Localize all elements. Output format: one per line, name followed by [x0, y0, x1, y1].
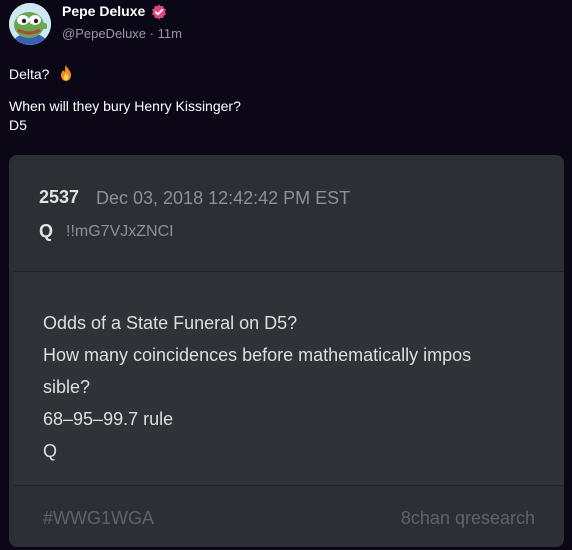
card-source: 8chan qresearch: [400, 508, 535, 528]
q-tripcode: !!mG7VJxZNCI: [66, 223, 174, 240]
card-body-line: Q: [43, 441, 58, 461]
card-footer: #WWG1WGA 8chan qresearch: [14, 486, 564, 547]
card-hashtag: #WWG1WGA: [43, 508, 154, 528]
meta-separator: ·: [146, 26, 158, 41]
card-body-line: 68–95–99.7 rule: [43, 409, 174, 429]
embedded-image-card[interactable]: 2537 Dec 03, 2018 12:42:42 PM EST Q !!mG…: [9, 155, 564, 547]
fire-icon: [61, 65, 72, 81]
post-text-line-3: D5: [9, 117, 27, 133]
q-signature: Q: [39, 221, 54, 241]
q-post-number: 2537: [39, 187, 80, 207]
post-time[interactable]: 11m: [158, 26, 182, 41]
post-text-delta: Delta?: [9, 66, 50, 82]
card-body-line: sible?: [43, 377, 91, 397]
author-handle[interactable]: @PepeDeluxe: [62, 26, 146, 41]
post-page: Pepe Deluxe @PepeDeluxe · 11m Delta? Whe…: [0, 0, 572, 550]
q-post-date: Dec 03, 2018 12:42:42 PM EST: [96, 188, 351, 208]
post-text-line-2: When will they bury Henry Kissinger?: [9, 98, 241, 114]
verified-badge-icon: [152, 4, 166, 20]
pepe-avatar-icon: [9, 3, 51, 45]
post-text-line-1: Delta?: [9, 64, 75, 82]
author-meta: @PepeDeluxe · 11m: [62, 26, 182, 41]
avatar[interactable]: [9, 3, 51, 45]
card-body-line: How many coincidences before mathematica…: [43, 345, 472, 365]
author-name[interactable]: Pepe Deluxe: [62, 3, 145, 19]
card-body-line: Odds of a State Funeral on D5?: [43, 313, 298, 333]
card-header: 2537 Dec 03, 2018 12:42:42 PM EST Q !!mG…: [14, 160, 564, 272]
card-body: Odds of a State Funeral on D5? How many …: [14, 272, 564, 486]
